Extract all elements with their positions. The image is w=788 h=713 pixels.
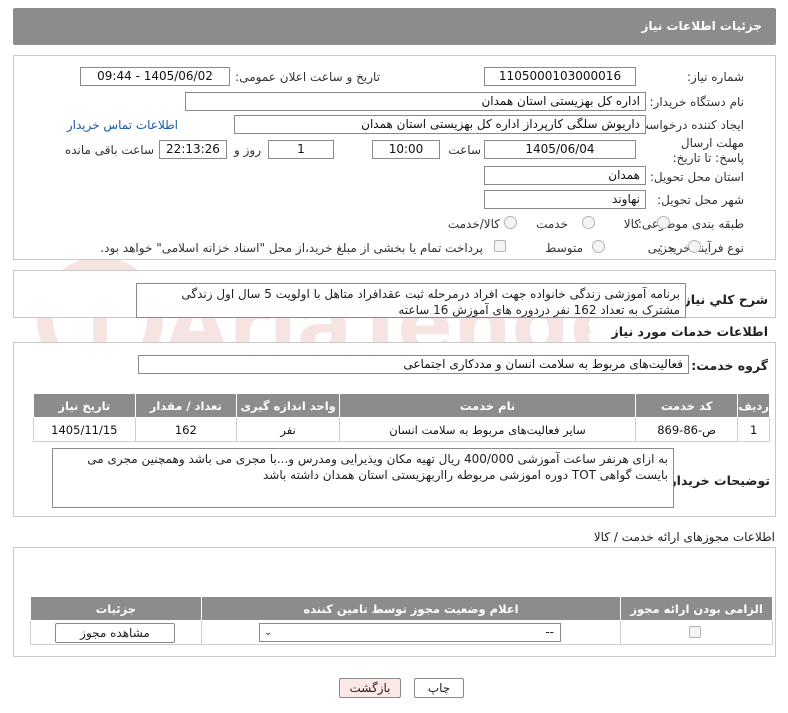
treasury-checkbox[interactable] [494,240,506,252]
requester-field: داریوش سلگی کارپرداز اداره کل بهزیستی اس… [234,115,646,134]
table-row: 1405/11/15 162 نفر سایر فعالیت‌های مربوط… [33,417,770,442]
cell-name: سایر فعالیت‌های مربوط به سلامت انسان [339,417,636,442]
deadline-time-field: 10:00 [372,140,440,159]
license-status-value: -- [545,625,554,639]
purchase-radio-medium[interactable] [592,240,605,253]
deadline-time-label: ساعت [448,143,481,157]
city-label: شهر محل تحویل: [657,193,744,207]
requester-label: ایجاد کننده درخواست: [633,118,744,132]
services-section-title: اطلاعات خدمات مورد نیاز [611,324,769,339]
back-button[interactable]: بازگشت [339,678,401,698]
category-option-goods: کالا [623,217,640,231]
license-status-select[interactable]: ⌄ -- [259,623,561,642]
col-supplier-status: اعلام وضعیت مجوز توسط تامین کننده [200,596,622,621]
col-required: الزامی بودن ارائه مجوز [620,596,773,621]
view-license-button[interactable]: مشاهده مجوز [55,623,175,643]
treasury-text: پرداخت تمام یا بخشی از مبلغ خرید،از محل … [100,241,483,255]
col-name: نام خدمت [339,393,636,418]
col-code: کد خدمت [634,393,739,418]
remaining-label: ساعت باقی مانده [64,143,154,157]
licenses-section-title: اطلاعات مجوزهای ارائه خدمت / کالا [593,530,775,544]
cell-row: 1 [737,417,770,442]
need-number-label: شماره نیاز: [687,70,744,84]
buyer-org-field: اداره کل بهزیستی استان همدان [185,92,646,111]
category-radio-goods-service[interactable] [504,216,517,229]
announce-label: تاریخ و ساعت اعلان عمومی: [235,70,380,84]
buyer-notes-label: توضیحات خریدار: [664,473,770,488]
col-row: ردیف [737,393,770,418]
days-label: روز و [234,143,261,157]
print-button[interactable]: چاپ [414,678,464,698]
description-text: برنامه آموزشی زندگی خانواده جهت افراد در… [136,283,686,318]
category-radio-service[interactable] [582,216,595,229]
announce-field: 1405/06/02 - 09:44 [80,67,230,86]
purchase-radio-minor[interactable] [688,240,701,253]
page-title: جزئیات اطلاعات نیاز [641,19,762,33]
services-table-header: تاریخ نیاز تعداد / مقدار واحد اندازه گیر… [33,393,770,418]
province-field: همدان [484,166,646,185]
buyer-contact-link[interactable]: اطلاعات تماس خریدار [67,118,178,132]
cell-unit: نفر [235,417,341,442]
description-label: شرح کلي نياز: [678,292,768,307]
page-header: جزئیات اطلاعات نیاز [13,8,776,45]
buyer-org-label: نام دستگاه خریدار: [649,95,745,109]
licenses-table-header: جزئیات اعلام وضعیت مجوز توسط تامین کننده… [30,596,773,621]
cell-code: ص-86-869 [634,417,739,442]
purchase-option-medium: متوسط [545,241,583,255]
deadline-date-field: 1405/06/04 [484,140,636,159]
buyer-notes-text: به ازای هرنفر ساعت آموزشی 400/000 ریال ت… [52,448,674,508]
chevron-down-icon: ⌄ [264,627,273,638]
license-required-checkbox [689,626,701,638]
days-field: 1 [268,140,334,159]
remaining-time-field: 22:13:26 [159,140,227,159]
category-label: طبقه بندی موضوعی: [637,217,744,231]
col-qty: تعداد / مقدار [134,393,237,418]
purchase-option-minor: جزیی [647,241,675,255]
col-details: جزئیات [30,596,202,621]
services-table: تاریخ نیاز تعداد / مقدار واحد اندازه گیر… [33,393,770,442]
province-label: استان محل تحویل: [649,170,744,184]
city-field: نهاوند [484,190,646,209]
cell-qty: 162 [134,417,237,442]
deadline-label: مهلت ارسال پاسخ: تا تاریخ: [672,136,744,165]
service-group-label: گروه خدمت: [691,358,768,373]
col-date: تاریخ نیاز [33,393,136,418]
category-radio-goods[interactable] [657,216,670,229]
col-unit: واحد اندازه گیری [235,393,341,418]
need-number-field: 1105000103000016 [484,67,636,86]
cell-date: 1405/11/15 [33,417,136,442]
category-option-service: خدمت [536,217,568,231]
service-group-field: فعالیت‌های مربوط به سلامت انسان و مددکار… [138,355,689,374]
category-option-goods-service: کالا/خدمت [447,217,500,231]
